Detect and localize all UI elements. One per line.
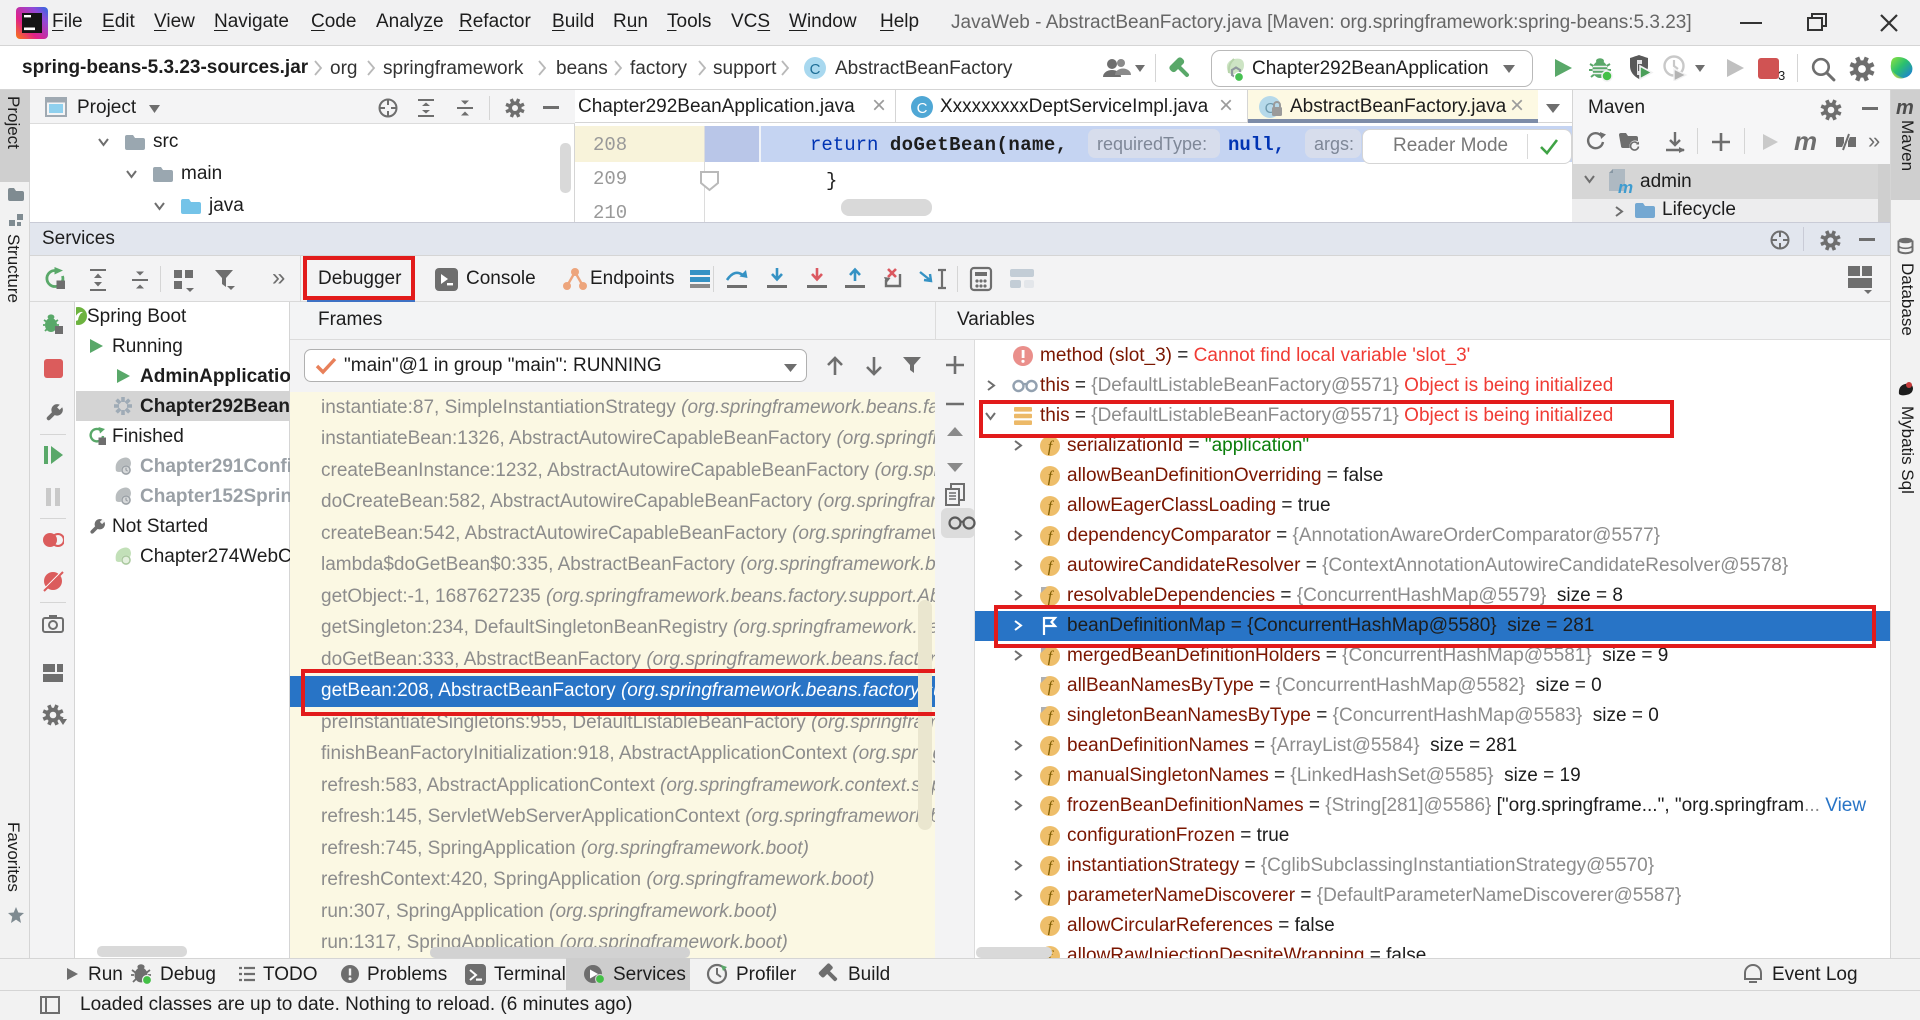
svg-text:m: m [1618,178,1633,195]
svg-text:C: C [917,100,928,117]
svg-text:C: C [810,61,821,78]
